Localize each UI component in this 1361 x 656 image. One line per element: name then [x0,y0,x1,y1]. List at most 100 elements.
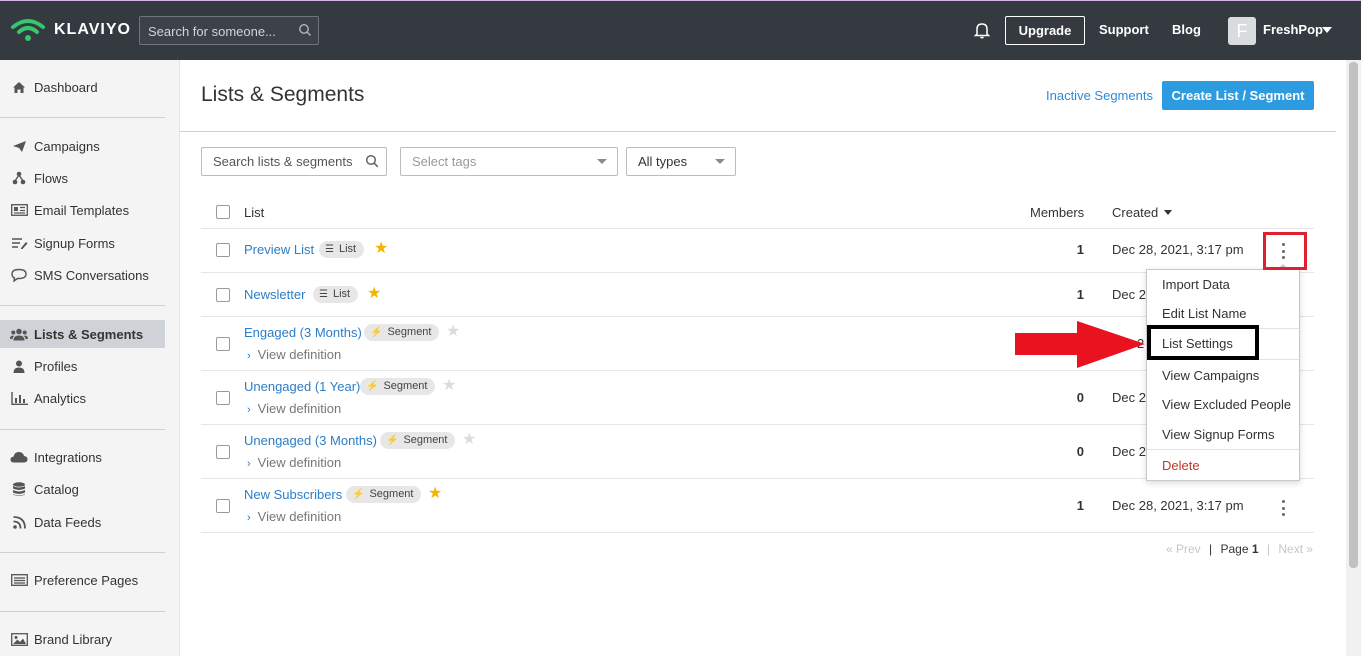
row-checkbox[interactable] [216,499,230,513]
sidebar-item-lists-segments[interactable]: Lists & Segments [0,320,165,348]
menu-item-edit-list-name[interactable]: Edit List Name [1162,306,1247,321]
created-date: Dec 2 [1112,287,1146,302]
newspaper-icon [10,203,28,217]
avatar[interactable]: F [1228,17,1256,45]
sidebar-item-label: Profiles [34,358,78,374]
column-header-created[interactable]: Created [1112,205,1158,220]
account-name[interactable]: FreshPop [1263,22,1323,37]
sidebar-item-integrations[interactable]: Integrations [0,443,165,471]
search-icon [299,24,312,37]
sidebar-item-signup-forms[interactable]: Signup Forms [0,229,165,257]
select-all-checkbox[interactable] [216,205,230,219]
menu-item-import-data[interactable]: Import Data [1162,277,1230,292]
create-list-segment-button[interactable]: Create List / Segment [1162,81,1314,110]
next-page-link[interactable]: Next » [1278,542,1313,556]
sidebar-item-label: Lists & Segments [34,326,144,342]
search-lists-input[interactable]: Search lists & segments [201,147,387,176]
list-name-link[interactable]: New Subscribers [244,487,342,502]
view-definition-label: View definition [257,347,342,362]
paper-plane-icon [10,139,28,153]
header-divider [180,131,1336,132]
sidebar-item-data-feeds[interactable]: Data Feeds [0,508,165,536]
star-icon[interactable]: ★ [367,286,381,302]
chevron-down-icon[interactable] [1322,27,1332,33]
sidebar-item-flows[interactable]: Flows [0,164,165,192]
sidebar-item-profiles[interactable]: Profiles [0,352,165,380]
chevron-right-icon: › [247,512,251,524]
member-count: 1 [1076,242,1084,257]
inactive-segments-link[interactable]: Inactive Segments [1046,88,1153,103]
select-tags-dropdown[interactable]: Select tags [400,147,618,176]
red-arrow-icon [1015,321,1145,368]
sidebar-item-dashboard[interactable]: Dashboard [0,73,165,101]
row-checkbox[interactable] [216,337,230,351]
chevron-right-icon: › [247,350,251,362]
people-search-input[interactable]: Search for someone... [139,16,319,45]
chat-bubble-icon [10,268,28,282]
sidebar-divider [0,429,165,430]
view-definition-toggle[interactable]: › View definition [247,401,341,416]
sidebar-item-catalog[interactable]: Catalog [0,475,165,503]
menu-item-view-signup-forms[interactable]: View Signup Forms [1162,427,1274,442]
sidebar-item-brand-library[interactable]: Brand Library [0,625,165,653]
list-name-link[interactable]: Unengaged (3 Months) [244,433,377,448]
menu-item-delete[interactable]: Delete [1162,458,1200,473]
chevron-right-icon: › [247,458,251,470]
row-checkbox[interactable] [216,445,230,459]
prev-page-link[interactable]: « Prev [1166,542,1201,556]
column-header-members[interactable]: Members [1030,205,1084,220]
view-definition-label: View definition [257,455,342,470]
brand-name: KLAVIYO [54,21,131,38]
upgrade-button[interactable]: Upgrade [1005,16,1085,45]
list-name-link[interactable]: Newsletter [244,287,305,302]
star-icon[interactable]: ★ [374,241,388,257]
created-date: Dec 2 [1112,444,1146,459]
view-definition-toggle[interactable]: › View definition [247,509,341,524]
sidebar-item-label: Data Feeds [34,514,102,530]
sidebar-divider [0,117,165,118]
type-tag: ⚡ Segment [364,324,440,341]
star-icon[interactable]: ★ [442,378,456,394]
pagination: « Prev | Page 1 | Next » [1166,542,1313,556]
row-checkbox[interactable] [216,288,230,302]
sidebar-item-preference-pages[interactable]: Preference Pages [0,566,165,594]
sidebar-divider [0,552,165,553]
menu-item-view-campaigns[interactable]: View Campaigns [1162,368,1259,383]
sidebar-item-analytics[interactable]: Analytics [0,384,165,412]
sidebar-item-campaigns[interactable]: Campaigns [0,132,165,160]
star-icon[interactable]: ★ [462,432,476,448]
sidebar-item-label: Email Templates [34,202,130,218]
klaviyo-logo[interactable]: KLAVIYO [10,17,131,43]
bell-icon[interactable] [973,21,991,39]
select-tags-placeholder: Select tags [412,154,477,169]
type-tag: ⚡ Segment [346,486,422,503]
type-tag-label: Segment [387,326,432,338]
view-definition-toggle[interactable]: › View definition [247,347,341,362]
support-link[interactable]: Support [1099,22,1149,37]
page-title: Lists & Segments [201,83,365,106]
star-icon[interactable]: ★ [428,486,442,502]
sidebar-item-label: SMS Conversations [34,267,149,283]
page-scrollbar[interactable] [1346,60,1361,656]
sidebar-item-label: Preference Pages [34,572,139,588]
row-checkbox[interactable] [216,391,230,405]
lightning-icon: ⚡ [370,327,383,338]
star-icon[interactable]: ★ [446,324,460,340]
row-checkbox[interactable] [216,243,230,257]
list-name-link[interactable]: Preview List [244,242,314,257]
more-options-icon[interactable] [1282,500,1286,516]
sort-desc-icon[interactable] [1164,210,1172,215]
type-tag: ☰ List [313,286,359,303]
blog-link[interactable]: Blog [1172,22,1201,37]
list-name-link[interactable]: Unengaged (1 Year) [244,379,360,394]
list-name-link[interactable]: Engaged (3 Months) [244,325,362,340]
scrollbar-thumb[interactable] [1349,62,1358,568]
user-icon [10,359,28,373]
sidebar-item-email-templates[interactable]: Email Templates [0,196,165,224]
view-definition-toggle[interactable]: › View definition [247,455,341,470]
image-icon [10,632,28,646]
type-select[interactable]: All types [626,147,736,176]
sidebar-item-sms-conversations[interactable]: SMS Conversations [0,261,165,289]
users-icon [10,327,28,341]
menu-item-view-excluded-people[interactable]: View Excluded People [1162,397,1291,412]
